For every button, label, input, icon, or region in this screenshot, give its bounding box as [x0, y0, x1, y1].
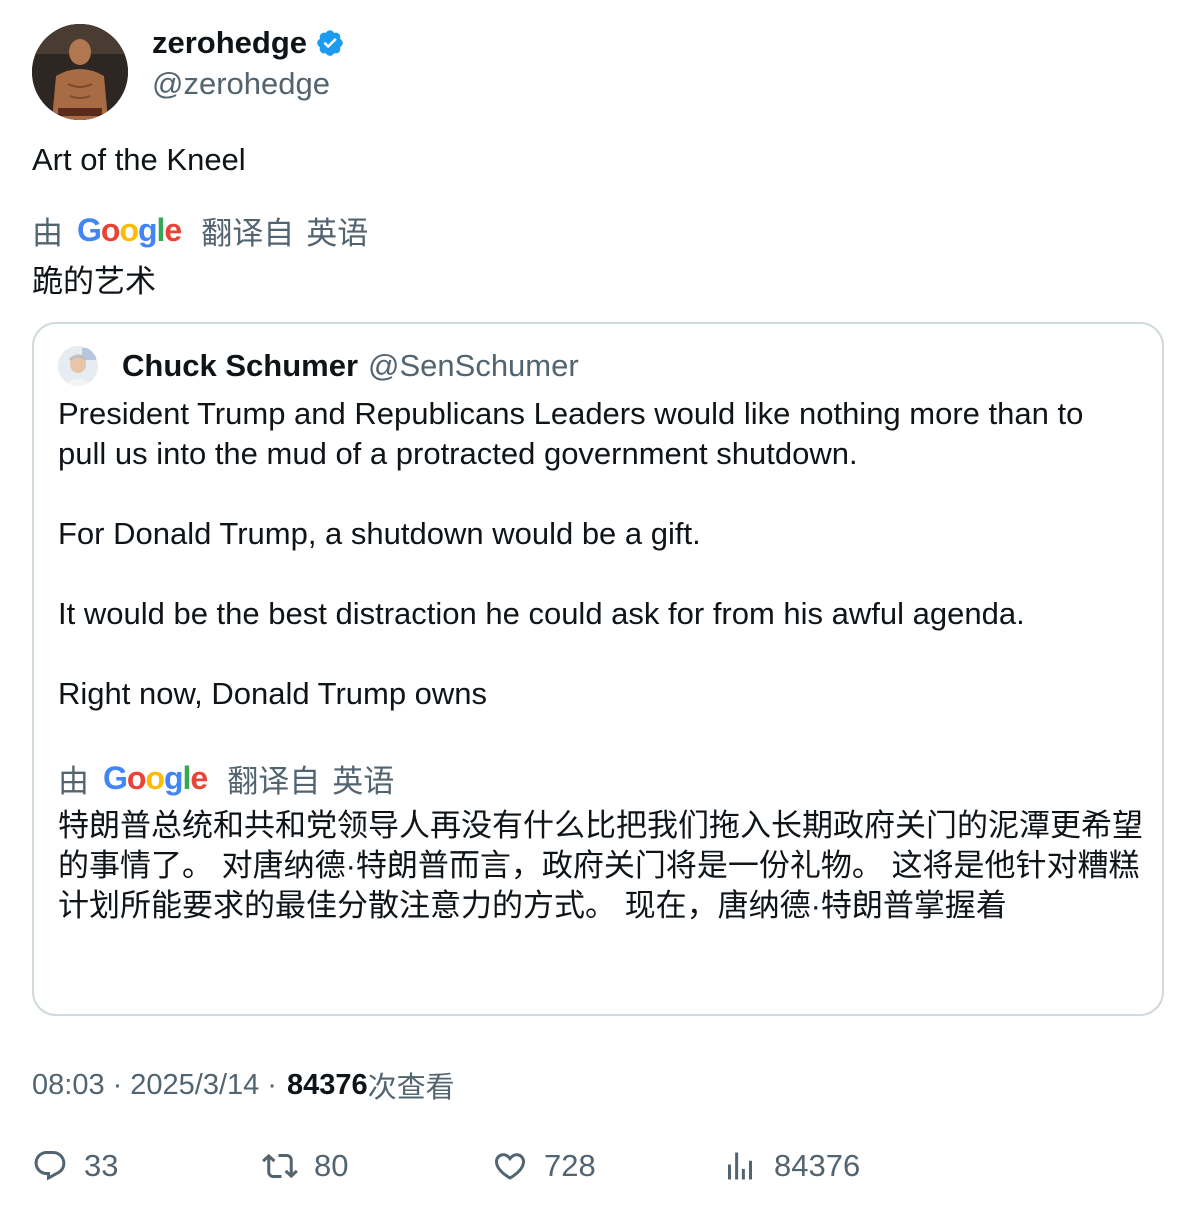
author-display-name[interactable]: zerohedge — [152, 25, 307, 61]
verified-badge-icon — [317, 30, 343, 56]
action-bar: 33 80 728 84376 — [32, 1148, 1164, 1184]
views-label: 次查看 — [367, 1072, 455, 1104]
translated-by-label: 由 — [58, 764, 89, 799]
views-action-count: 84376 — [774, 1148, 861, 1183]
quoted-tweet-header: Chuck Schumer @SenSchumer — [58, 346, 579, 386]
translated-from-label: 翻译自 — [227, 764, 321, 799]
google-logo: Google — [77, 212, 182, 248]
translated-tweet-text: 跪的艺术 — [32, 264, 156, 299]
translated-by-label: 由 — [32, 216, 63, 251]
analytics-bar-icon — [728, 1152, 752, 1180]
author-handle[interactable]: @zerohedge — [152, 66, 345, 102]
reply-icon — [34, 1151, 66, 1181]
person-photo-avatar-icon — [32, 24, 128, 120]
views-count: 84376 — [286, 1068, 368, 1101]
person-photo-avatar-icon — [58, 346, 98, 386]
quoted-author-display-name[interactable]: Chuck Schumer — [122, 348, 358, 384]
quoted-tweet-body: President Trump and Republicans Leaders … — [58, 394, 1138, 754]
retweet-icon — [262, 1153, 298, 1179]
like-count: 728 — [544, 1148, 596, 1183]
quoted-paragraph: Right now, Donald Trump owns — [58, 676, 488, 711]
tweet-date[interactable]: 2025/3/14 — [130, 1069, 259, 1102]
reply-count: 33 — [84, 1148, 119, 1183]
quoted-paragraph: It would be the best distraction he coul… — [58, 596, 1025, 631]
translated-from-label: 翻译自 — [201, 216, 295, 251]
translation-attribution[interactable]: 由 Google 翻译自 英语 — [32, 208, 368, 253]
source-language: 英语 — [306, 216, 369, 251]
source-language: 英语 — [332, 764, 395, 799]
like-button[interactable]: 728 — [492, 1148, 722, 1184]
meta-separator: · — [267, 1068, 277, 1101]
tweet-header: zerohedge @zerohedge — [32, 24, 345, 120]
views-button[interactable]: 84376 — [722, 1148, 952, 1184]
reply-button[interactable]: 33 — [32, 1148, 262, 1184]
meta-separator: · — [112, 1068, 123, 1101]
retweet-button[interactable]: 80 — [262, 1148, 492, 1184]
tweet-meta: 08:03 · 2025/3/14 · 84376 次查看 — [32, 1064, 455, 1106]
tweet-text: Art of the Kneel — [32, 142, 246, 177]
quoted-translation-attribution[interactable]: 由 Google 翻译自 英语 — [58, 756, 394, 801]
quoted-translated-text: 特朗普总统和共和党领导人再没有什么比把我们拖入长期政府关门的泥潭更希望的事情了。… — [58, 808, 1143, 923]
tweet-time[interactable]: 08:03 — [32, 1069, 105, 1102]
google-logo: Google — [103, 760, 208, 796]
quoted-paragraph: For Donald Trump, a shutdown would be a … — [58, 516, 701, 551]
quoted-paragraph: President Trump and Republicans Leaders … — [58, 396, 1084, 471]
heart-icon — [494, 1153, 526, 1180]
author-avatar[interactable] — [32, 24, 128, 120]
quoted-author-avatar[interactable] — [58, 346, 98, 386]
retweet-count: 80 — [314, 1148, 349, 1183]
quoted-author-handle[interactable]: @SenSchumer — [368, 348, 579, 384]
quoted-tweet-card[interactable]: Chuck Schumer @SenSchumer President Trum… — [32, 322, 1164, 1016]
